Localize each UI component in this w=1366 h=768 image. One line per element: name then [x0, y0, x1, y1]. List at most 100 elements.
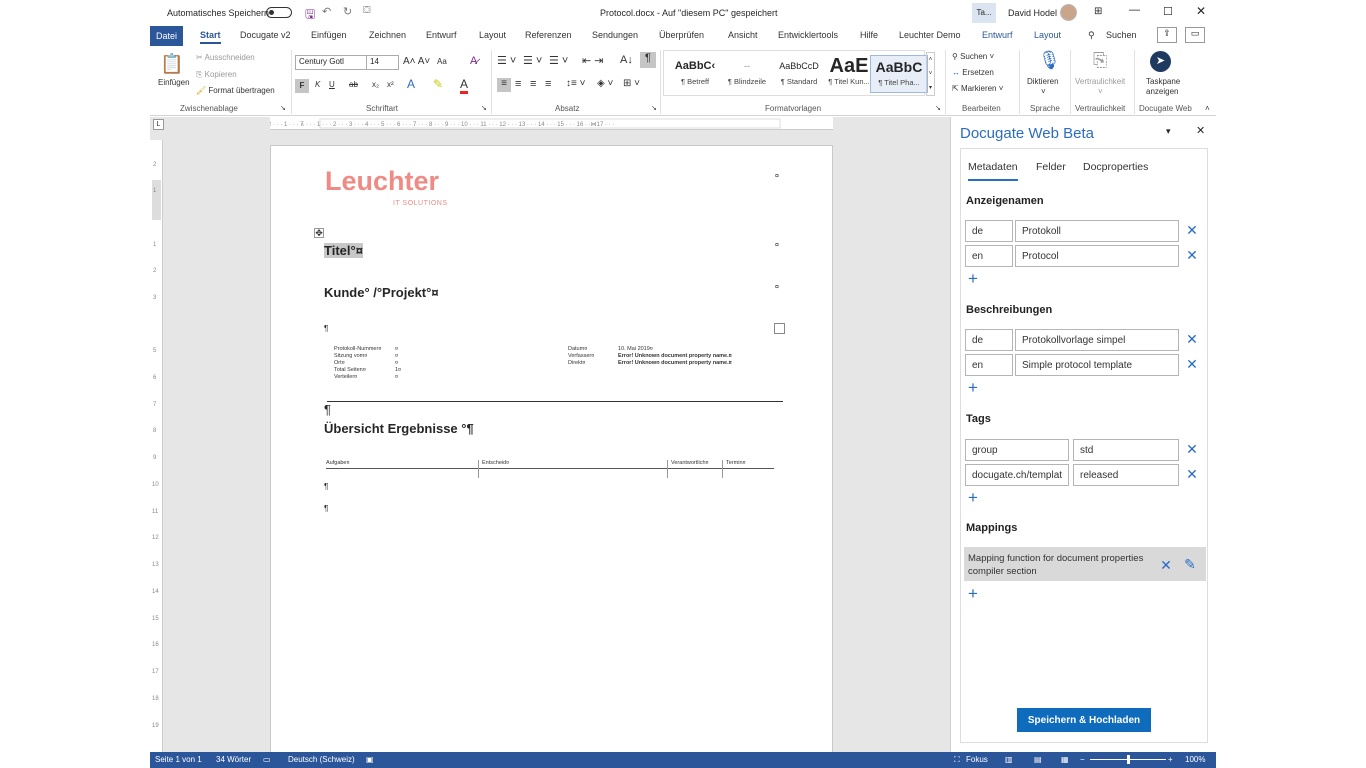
bold-icon[interactable]: F [295, 79, 309, 93]
borders-icon[interactable]: ⊞ ˅ [623, 78, 640, 89]
lang-field[interactable]: en [965, 245, 1013, 267]
zoom-level[interactable]: 100% [1185, 755, 1205, 764]
numbering-icon[interactable]: ☰ ˅ [523, 54, 542, 67]
docugate-icon[interactable]: ➤ [1150, 51, 1171, 72]
tab-metadaten[interactable]: Metadaten [968, 161, 1018, 181]
description-field[interactable]: Simple protocol template [1015, 354, 1179, 376]
redo-icon[interactable]: ↻ [343, 5, 352, 18]
align-center-icon[interactable]: ≡ [515, 78, 521, 90]
subscript-icon[interactable]: x₂ [372, 80, 379, 89]
sort-icon[interactable]: A↓ [620, 54, 633, 66]
tab-entwicklertools[interactable]: Entwicklertools [778, 30, 838, 40]
language[interactable]: Deutsch (Schweiz) [288, 755, 355, 764]
minimize-icon[interactable]: — [1129, 4, 1140, 16]
remove-icon[interactable]: ✕ [1185, 356, 1199, 373]
horizontal-ruler[interactable]: 2 · · · 1 · · · ⊼ · · · 1 · · · 2 · · · … [268, 117, 833, 130]
tab-einfuegen[interactable]: Einfügen [311, 30, 347, 40]
text-effects-icon[interactable]: A [407, 77, 415, 91]
indent-icon[interactable]: ⇤ ⇥ [582, 54, 604, 67]
dictate-dropdown-icon[interactable]: ˅ [1041, 87, 1046, 96]
font-name-box[interactable]: Century Gotl [295, 55, 367, 70]
superscript-icon[interactable]: x² [387, 80, 394, 89]
line-spacing-icon[interactable]: ↕≡ ˅ [566, 78, 585, 89]
tab-table-layout[interactable]: Layout [1034, 30, 1061, 40]
zoom-thumb[interactable] [1127, 755, 1130, 764]
show-marks-icon[interactable]: ¶ [640, 52, 656, 68]
italic-icon[interactable]: K [315, 80, 320, 89]
mapping-item[interactable]: Mapping function for document properties… [964, 547, 1206, 581]
document-page[interactable]: Leuchter IT SOLUTIONS ¤ ✥ Titel°¤ ¤ Kund… [270, 145, 833, 755]
maximize-icon[interactable]: ☐ [1163, 5, 1173, 18]
customer-project-field[interactable]: Kunde° /°Projekt°¤ [324, 285, 439, 300]
search-icon[interactable]: ⚲ [1088, 30, 1095, 41]
tag-value-field[interactable]: released [1073, 464, 1179, 486]
tab-hilfe[interactable]: Hilfe [860, 30, 878, 40]
pane-options-icon[interactable]: ▾ [1166, 126, 1171, 137]
tab-selector-icon[interactable]: L [153, 119, 164, 130]
tag-key-field[interactable]: docugate.ch/templat [965, 464, 1069, 486]
bullets-icon[interactable]: ☰ ˅ [497, 54, 516, 67]
autosave-toggle[interactable] [266, 7, 292, 18]
vertical-ruler[interactable]: 2 1 1 2 3 5 6 7 8 9 10 11 12 13 14 15 16 17 18 19 [150, 140, 163, 752]
font-size-box[interactable]: 14 [366, 55, 399, 70]
font-color-icon[interactable]: A [460, 77, 469, 94]
tab-zeichnen[interactable]: Zeichnen [369, 30, 406, 40]
shading-icon[interactable]: ◈ ˅ [597, 78, 613, 89]
search-button[interactable]: ⚲ Suchen ˅ [952, 52, 994, 61]
page-count[interactable]: Seite 1 von 1 [155, 755, 202, 764]
tab-layout[interactable]: Layout [479, 30, 506, 40]
tab-ueberpruefen[interactable]: Überprüfen [659, 30, 704, 40]
results-table[interactable]: Aufgabe¤ Entscheid¤ Verantwortlich¤ Term… [326, 460, 784, 478]
styles-launcher-icon[interactable]: ↘ [935, 104, 941, 112]
tab-sendungen[interactable]: Sendungen [592, 30, 638, 40]
tab-search[interactable]: Suchen [1106, 30, 1137, 40]
clear-format-icon[interactable]: A̷ [470, 55, 477, 67]
word-count[interactable]: 34 Wörter [216, 755, 251, 764]
save-upload-button[interactable]: Speichern & Hochladen [1017, 708, 1151, 732]
undo-icon[interactable]: ↶ [322, 5, 331, 18]
tab-docugate-v2[interactable]: Docugate v2 [240, 30, 291, 40]
comments-icon[interactable]: ▭ [1185, 27, 1205, 43]
print-layout-icon[interactable]: ▤ [1034, 755, 1042, 764]
cut-button[interactable]: ✂ Ausschneiden [196, 53, 255, 62]
lang-field[interactable]: de [965, 329, 1013, 351]
taskpane-button[interactable]: Taskpane anzeigen [1146, 77, 1180, 97]
clipboard-launcher-icon[interactable]: ↘ [280, 104, 286, 112]
tab-referenzen[interactable]: Referenzen [525, 30, 572, 40]
add-icon[interactable]: + [968, 489, 978, 506]
change-case-button[interactable]: Aa [437, 57, 447, 66]
justify-icon[interactable]: ≡ [545, 78, 551, 90]
styles-scroll-icon[interactable]: ˄ ˅ ▾ [926, 52, 935, 96]
taskbar-ta[interactable]: Ta... [972, 3, 996, 23]
lang-field[interactable]: en [965, 354, 1013, 376]
highlight-icon[interactable]: ✎ [433, 77, 443, 91]
style-blindzeile[interactable]: -- ¶ Blindzeile [718, 55, 776, 93]
style-betreff[interactable]: AaBbC‹ ¶ Betreff [666, 55, 724, 93]
save-icon[interactable]: 🖫 [305, 5, 315, 26]
replace-button[interactable]: ↔ Ersetzen [952, 68, 994, 77]
font-launcher-icon[interactable]: ↘ [481, 104, 487, 112]
tag-key-field[interactable]: group [965, 439, 1069, 461]
close-icon[interactable]: ✕ [1196, 4, 1206, 18]
remove-icon[interactable]: ✕ [1185, 331, 1199, 348]
remove-icon[interactable]: ✕ [1159, 557, 1173, 574]
read-mode-icon[interactable]: ▥ [1005, 755, 1013, 764]
zoom-out-icon[interactable]: − [1080, 755, 1085, 764]
description-field[interactable]: Protokollvorlage simpel [1015, 329, 1179, 351]
focus-button[interactable]: Fokus [966, 755, 988, 764]
add-icon[interactable]: + [968, 585, 978, 602]
tab-docproperties[interactable]: Docproperties [1083, 161, 1148, 173]
tab-leuchter-demo[interactable]: Leuchter Demo [899, 30, 961, 40]
avatar[interactable] [1060, 4, 1077, 21]
document-title-field[interactable]: Titel°¤ [324, 243, 363, 258]
copy-button[interactable]: ⎘ Kopieren [196, 70, 237, 80]
ribbon-display-icon[interactable]: ⊞ [1094, 6, 1102, 17]
paragraph-launcher-icon[interactable]: ↘ [651, 104, 657, 112]
dictate-button[interactable]: Diktieren [1027, 77, 1059, 86]
tab-entwurf[interactable]: Entwurf [426, 30, 457, 40]
tab-felder[interactable]: Felder [1036, 161, 1066, 173]
focus-icon[interactable]: ⛶ [954, 755, 960, 765]
remove-icon[interactable]: ✕ [1185, 466, 1199, 483]
remove-icon[interactable]: ✕ [1185, 222, 1199, 239]
display-name-field[interactable]: Protokoll [1015, 220, 1179, 242]
